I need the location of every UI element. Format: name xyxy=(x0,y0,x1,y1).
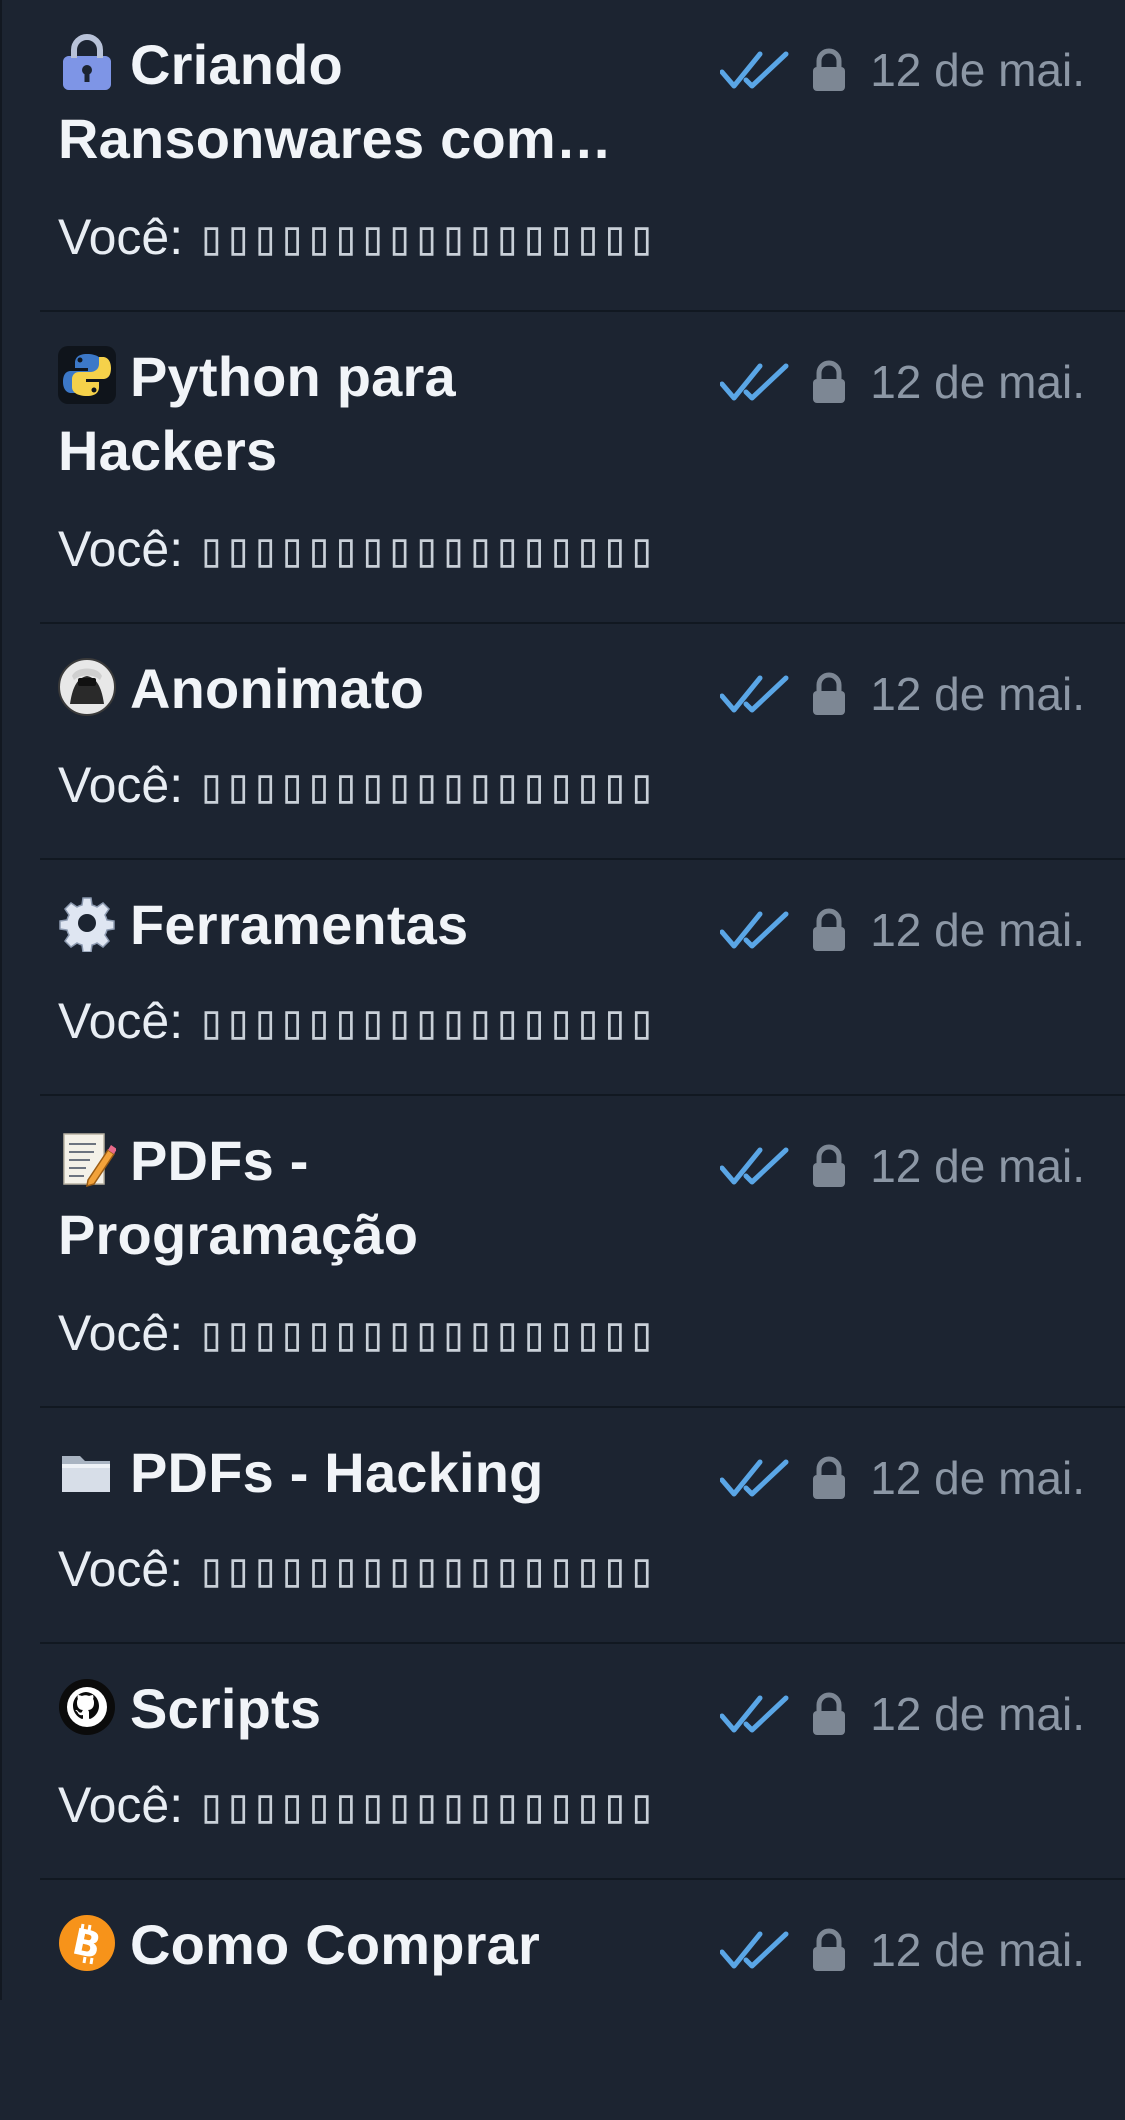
lock-icon xyxy=(813,1928,846,1971)
preview-sender: Você: xyxy=(58,757,184,813)
preview-sender: Você: xyxy=(58,1541,184,1597)
chat-date: 12 de mai. xyxy=(870,1140,1085,1192)
chat-item[interactable]: Scripts Você: ▯▯▯▯▯▯▯▯▯▯▯▯▯▯▯▯▯ 12 de ma… xyxy=(40,1644,1125,1880)
double-check-icon xyxy=(720,675,789,713)
chat-preview: Você: ▯▯▯▯▯▯▯▯▯▯▯▯▯▯▯▯▯ xyxy=(58,755,656,816)
chat-date: 12 de mai. xyxy=(870,904,1085,956)
chat-preview: Você: ▯▯▯▯▯▯▯▯▯▯▯▯▯▯▯▯▯ xyxy=(58,519,656,580)
chat-date: 12 de mai. xyxy=(870,44,1085,96)
chat-meta: 12 de mai. xyxy=(720,40,1085,100)
preview-text: ▯▯▯▯▯▯▯▯▯▯▯▯▯▯▯▯▯ xyxy=(197,1542,656,1598)
chat-meta: 12 de mai. xyxy=(720,900,1085,960)
preview-text: ▯▯▯▯▯▯▯▯▯▯▯▯▯▯▯▯▯ xyxy=(197,1778,656,1834)
preview-sender: Você: xyxy=(58,521,184,577)
chat-title: Ferramentas xyxy=(130,893,469,956)
lock-icon xyxy=(813,672,846,715)
preview-sender: Você: xyxy=(58,209,184,265)
lock-icon xyxy=(813,1692,846,1735)
lock-icon xyxy=(813,360,846,403)
chat-meta: 12 de mai. xyxy=(720,1448,1085,1508)
preview-sender: Você: xyxy=(58,993,184,1049)
chat-item[interactable]: Ferramentas Você: ▯▯▯▯▯▯▯▯▯▯▯▯▯▯▯▯▯ 12 d… xyxy=(40,860,1125,1096)
chat-date: 12 de mai. xyxy=(870,1688,1085,1740)
lock-icon xyxy=(813,1456,846,1499)
preview-text: ▯▯▯▯▯▯▯▯▯▯▯▯▯▯▯▯▯ xyxy=(197,1306,656,1362)
anonymous-avatar-icon xyxy=(58,658,116,716)
chat-title-row: B Como Comprar xyxy=(58,1908,668,1982)
memo-icon xyxy=(63,1133,116,1188)
chat-title-row: Python para Hackers xyxy=(58,340,668,488)
double-check-icon xyxy=(720,363,789,401)
double-check-icon xyxy=(720,51,789,89)
preview-text: ▯▯▯▯▯▯▯▯▯▯▯▯▯▯▯▯▯ xyxy=(197,522,656,578)
github-icon xyxy=(59,1679,115,1735)
double-check-icon xyxy=(720,1459,789,1497)
lock-icon xyxy=(813,1144,846,1187)
chat-date: 12 de mai. xyxy=(870,356,1085,408)
chat-preview: Você: ▯▯▯▯▯▯▯▯▯▯▯▯▯▯▯▯▯ xyxy=(58,991,656,1052)
chat-item[interactable]: Criando Ransonwares com… Você: ▯▯▯▯▯▯▯▯▯… xyxy=(40,0,1125,312)
bitcoin-icon: B xyxy=(59,1915,115,1971)
chat-title: Criando Ransonwares com… xyxy=(58,33,613,170)
chat-meta: 12 de mai. xyxy=(720,352,1085,412)
chat-item[interactable]: PDFs - Programação Você: ▯▯▯▯▯▯▯▯▯▯▯▯▯▯▯… xyxy=(40,1096,1125,1408)
chat-title-row: PDFs - Hacking xyxy=(58,1436,668,1510)
chat-preview: Você: ▯▯▯▯▯▯▯▯▯▯▯▯▯▯▯▯▯ xyxy=(58,1539,656,1600)
chat-item[interactable]: Anonimato Você: ▯▯▯▯▯▯▯▯▯▯▯▯▯▯▯▯▯ 12 de … xyxy=(40,624,1125,860)
chat-date: 12 de mai. xyxy=(870,1924,1085,1976)
chat-title: Anonimato xyxy=(130,657,425,720)
chat-title: PDFs - Hacking xyxy=(130,1441,544,1504)
python-icon xyxy=(58,346,116,404)
chat-meta: 12 de mai. xyxy=(720,664,1085,724)
double-check-icon xyxy=(720,1695,789,1733)
chat-meta: 12 de mai. xyxy=(720,1920,1085,1980)
chat-title-row: Ferramentas xyxy=(58,888,668,962)
lock-icon xyxy=(813,48,846,91)
double-check-icon xyxy=(720,1931,789,1969)
chat-title: Como Comprar xyxy=(130,1913,540,1976)
chat-date: 12 de mai. xyxy=(870,668,1085,720)
chat-meta: 12 de mai. xyxy=(720,1684,1085,1744)
chat-title-row: Anonimato xyxy=(58,652,668,726)
chat-title: Scripts xyxy=(130,1677,322,1740)
double-check-icon xyxy=(720,911,789,949)
chat-item[interactable]: PDFs - Hacking Você: ▯▯▯▯▯▯▯▯▯▯▯▯▯▯▯▯▯ 1… xyxy=(40,1408,1125,1644)
gear-icon xyxy=(59,897,115,952)
chat-title-row: Criando Ransonwares com… xyxy=(58,28,668,176)
preview-text: ▯▯▯▯▯▯▯▯▯▯▯▯▯▯▯▯▯ xyxy=(197,994,656,1050)
chat-meta: 12 de mai. xyxy=(720,1136,1085,1196)
chat-preview: Você: ▯▯▯▯▯▯▯▯▯▯▯▯▯▯▯▯▯ xyxy=(58,1303,656,1364)
preview-text: ▯▯▯▯▯▯▯▯▯▯▯▯▯▯▯▯▯ xyxy=(197,210,656,266)
chat-item[interactable]: Python para Hackers Você: ▯▯▯▯▯▯▯▯▯▯▯▯▯▯… xyxy=(40,312,1125,624)
chat-preview: Você: ▯▯▯▯▯▯▯▯▯▯▯▯▯▯▯▯▯ xyxy=(58,1775,656,1836)
chat-list: Criando Ransonwares com… Você: ▯▯▯▯▯▯▯▯▯… xyxy=(0,0,1125,2120)
preview-sender: Você: xyxy=(58,1305,184,1361)
chat-title-row: PDFs - Programação xyxy=(58,1124,668,1272)
preview-text: ▯▯▯▯▯▯▯▯▯▯▯▯▯▯▯▯▯ xyxy=(197,758,656,814)
chat-date: 12 de mai. xyxy=(870,1452,1085,1504)
lock-icon xyxy=(63,34,111,90)
chat-item[interactable]: B Como Comprar 12 de mai. xyxy=(40,1880,1125,2120)
chat-preview: Você: ▯▯▯▯▯▯▯▯▯▯▯▯▯▯▯▯▯ xyxy=(58,207,656,268)
double-check-icon xyxy=(720,1147,789,1185)
chat-title-row: Scripts xyxy=(58,1672,668,1746)
preview-sender: Você: xyxy=(58,1777,184,1833)
chat-title: Python para Hackers xyxy=(58,345,456,482)
folder-icon xyxy=(62,1456,110,1492)
lock-icon xyxy=(813,908,846,951)
